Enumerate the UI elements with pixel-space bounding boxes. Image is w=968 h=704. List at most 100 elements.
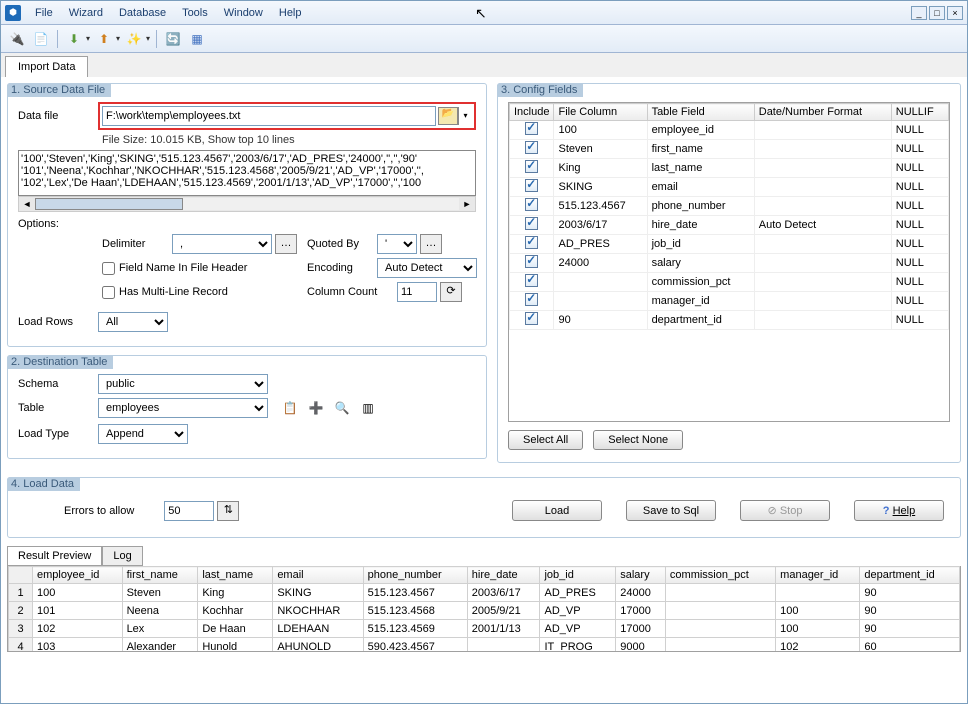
result-cell[interactable]: 102: [33, 620, 123, 638]
result-cell[interactable]: 2003/6/17: [467, 584, 540, 602]
file-col-cell[interactable]: [554, 292, 647, 311]
result-cell[interactable]: 515.123.4567: [363, 584, 467, 602]
format-cell[interactable]: [754, 273, 891, 292]
nullif-cell[interactable]: NULL: [891, 216, 948, 235]
result-cell[interactable]: 101: [33, 602, 123, 620]
columns-icon[interactable]: ▥: [358, 398, 378, 418]
delimiter-more-button[interactable]: …: [275, 234, 297, 254]
export-dropdown[interactable]: ▾: [116, 34, 120, 43]
result-cell[interactable]: 60: [860, 638, 960, 653]
result-cell[interactable]: AHUNOLD: [273, 638, 363, 653]
tab-import-data[interactable]: Import Data: [5, 56, 88, 77]
errors-input[interactable]: [164, 501, 214, 521]
new-query-icon[interactable]: 📄: [31, 29, 51, 49]
import-icon[interactable]: ⬇: [64, 29, 84, 49]
result-header[interactable]: commission_pct: [665, 567, 775, 584]
format-cell[interactable]: Auto Detect: [754, 216, 891, 235]
format-cell[interactable]: [754, 254, 891, 273]
browse-file-button[interactable]: 📂: [438, 107, 458, 125]
result-cell[interactable]: 17000: [616, 602, 666, 620]
table-field-cell[interactable]: commission_pct: [647, 273, 754, 292]
result-cell[interactable]: [665, 602, 775, 620]
result-header[interactable]: first_name: [122, 567, 198, 584]
help-button[interactable]: ? Help: [854, 500, 944, 521]
format-cell[interactable]: [754, 235, 891, 254]
tab-log[interactable]: Log: [102, 546, 142, 566]
wizard-icon[interactable]: ✨: [124, 29, 144, 49]
menu-tools[interactable]: Tools: [174, 5, 216, 21]
colcount-detect-button[interactable]: ⟳: [440, 282, 462, 302]
table-field-cell[interactable]: department_id: [647, 311, 754, 330]
result-cell[interactable]: Neena: [122, 602, 198, 620]
scroll-thumb[interactable]: [35, 198, 183, 210]
result-cell[interactable]: SKING: [273, 584, 363, 602]
result-cell[interactable]: 90: [860, 584, 960, 602]
include-checkbox[interactable]: [525, 217, 538, 230]
include-checkbox[interactable]: [525, 274, 538, 287]
table-field-cell[interactable]: employee_id: [647, 121, 754, 140]
preview-scrollbar[interactable]: ◄ ►: [18, 196, 476, 212]
config-row[interactable]: King last_name NULL: [510, 159, 949, 178]
result-cell[interactable]: 90: [860, 620, 960, 638]
format-cell[interactable]: [754, 140, 891, 159]
menu-window[interactable]: Window: [216, 5, 271, 21]
include-checkbox[interactable]: [525, 160, 538, 173]
menu-database[interactable]: Database: [111, 5, 174, 21]
config-row[interactable]: 515.123.4567 phone_number NULL: [510, 197, 949, 216]
schema-select[interactable]: public: [98, 374, 268, 394]
result-cell[interactable]: 9000: [616, 638, 666, 653]
result-cell[interactable]: [665, 584, 775, 602]
nullif-cell[interactable]: NULL: [891, 254, 948, 273]
include-checkbox[interactable]: [525, 236, 538, 249]
result-cell[interactable]: 24000: [616, 584, 666, 602]
load-button[interactable]: Load: [512, 500, 602, 521]
result-cell[interactable]: AD_VP: [540, 620, 616, 638]
format-cell[interactable]: [754, 159, 891, 178]
maximize-button[interactable]: □: [929, 6, 945, 20]
nullif-cell[interactable]: NULL: [891, 235, 948, 254]
result-cell[interactable]: Lex: [122, 620, 198, 638]
file-col-cell[interactable]: AD_PRES: [554, 235, 647, 254]
result-cell[interactable]: 100: [33, 584, 123, 602]
result-cell[interactable]: [467, 638, 540, 653]
config-row[interactable]: SKING email NULL: [510, 178, 949, 197]
menu-wizard[interactable]: Wizard: [61, 5, 111, 21]
close-button[interactable]: ×: [947, 6, 963, 20]
format-cell[interactable]: [754, 178, 891, 197]
result-cell[interactable]: 100: [776, 602, 860, 620]
result-header[interactable]: job_id: [540, 567, 616, 584]
file-col-cell[interactable]: [554, 273, 647, 292]
result-header[interactable]: phone_number: [363, 567, 467, 584]
config-row[interactable]: commission_pct NULL: [510, 273, 949, 292]
errors-spinner[interactable]: ⇅: [217, 501, 239, 521]
result-cell[interactable]: King: [198, 584, 273, 602]
config-row[interactable]: manager_id NULL: [510, 292, 949, 311]
scroll-right[interactable]: ►: [459, 199, 475, 209]
new-connection-icon[interactable]: 🔌: [7, 29, 27, 49]
export-icon[interactable]: ⬆: [94, 29, 114, 49]
col-nullif[interactable]: NULLIF: [891, 104, 948, 121]
nullif-cell[interactable]: NULL: [891, 292, 948, 311]
colcount-input[interactable]: [397, 282, 437, 302]
config-row[interactable]: 2003/6/17 hire_date Auto Detect NULL: [510, 216, 949, 235]
result-cell[interactable]: [776, 584, 860, 602]
include-checkbox[interactable]: [525, 198, 538, 211]
save-sql-button[interactable]: Save to Sql: [626, 500, 716, 521]
result-header[interactable]: salary: [616, 567, 666, 584]
wizard-dropdown[interactable]: ▾: [146, 34, 150, 43]
include-checkbox[interactable]: [525, 312, 538, 325]
result-cell[interactable]: 590.423.4567: [363, 638, 467, 653]
result-row[interactable]: 3102LexDe HaanLDEHAAN515.123.45692001/1/…: [9, 620, 960, 638]
select-all-button[interactable]: Select All: [508, 430, 583, 450]
result-cell[interactable]: NKOCHHAR: [273, 602, 363, 620]
file-col-cell[interactable]: King: [554, 159, 647, 178]
table-field-cell[interactable]: salary: [647, 254, 754, 273]
file-col-cell[interactable]: 24000: [554, 254, 647, 273]
view-table-icon[interactable]: 🔍: [332, 398, 352, 418]
menu-help[interactable]: Help: [271, 5, 310, 21]
result-cell[interactable]: 90: [860, 602, 960, 620]
include-checkbox[interactable]: [525, 122, 538, 135]
col-filecol[interactable]: File Column: [554, 104, 647, 121]
include-checkbox[interactable]: [525, 141, 538, 154]
result-cell[interactable]: Steven: [122, 584, 198, 602]
